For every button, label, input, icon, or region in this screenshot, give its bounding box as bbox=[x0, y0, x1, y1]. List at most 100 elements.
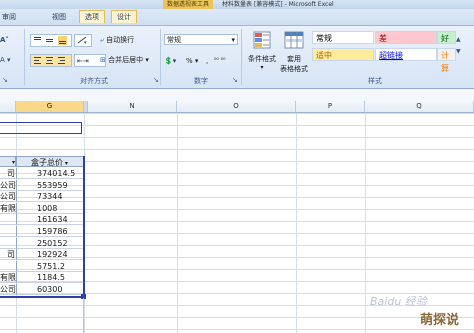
pivot-value-cell[interactable]: 1184.5 bbox=[16, 272, 84, 284]
pivot-tools-context-label: 数据透视表工具 bbox=[163, 0, 214, 9]
baidu-watermark: Baidu 经验 bbox=[370, 295, 427, 308]
gallery-scroll-icon[interactable]: ▲ ▼ bbox=[456, 34, 461, 55]
ribbon-tab-bar: 审阅 视图 选项 设计 bbox=[0, 9, 474, 26]
tab-options[interactable]: 选项 bbox=[79, 10, 105, 23]
format-as-table-label-2: 表格格式 bbox=[280, 65, 308, 73]
pivot-row-label[interactable]: 公司 bbox=[0, 180, 16, 191]
tab-view[interactable]: 视图 bbox=[52, 12, 66, 22]
pivot-row-label[interactable]: 公司 bbox=[0, 191, 16, 203]
chevron-down-icon: ▾ bbox=[145, 56, 149, 64]
conditional-format-button[interactable]: 条件格式 ▾ bbox=[245, 30, 279, 74]
svg-text:⇤⇥: ⇤⇥ bbox=[77, 57, 89, 65]
accounting-format-button[interactable]: 💲▾ bbox=[164, 55, 176, 67]
pivot-row-label[interactable] bbox=[0, 261, 16, 272]
merge-center-icon: ⊞ bbox=[100, 56, 106, 64]
ribbon: A˄ A ▾ ↘ ▾ ⇤⇥ ⤶ 自动换行 ⊞ 合并后居中 ▾ 对齐方式 ↘ 常规… bbox=[0, 26, 474, 89]
pivot-row-label[interactable]: 司 bbox=[0, 249, 16, 261]
format-as-table-button[interactable]: 套用 表格格式 bbox=[279, 30, 309, 80]
number-dialog-launcher-icon[interactable]: ↘ bbox=[232, 74, 238, 86]
grid-vline bbox=[83, 297, 84, 333]
alignment-dialog-launcher-icon[interactable]: ↘ bbox=[153, 74, 159, 86]
currency-icon: 💲 bbox=[164, 57, 173, 65]
number-format-dropdown[interactable]: 常规 ▾ bbox=[164, 34, 238, 45]
column-header-n[interactable]: N bbox=[88, 101, 177, 112]
number-format-value: 常规 bbox=[167, 36, 181, 44]
wrap-text-icon: ⤶ bbox=[100, 36, 104, 44]
selection-border bbox=[0, 295, 85, 298]
column-header-f[interactable] bbox=[0, 101, 16, 112]
pivot-row-label[interactable] bbox=[0, 238, 16, 249]
format-as-table-label-1: 套用 bbox=[287, 55, 301, 63]
font-color-icon[interactable]: A ▾ bbox=[0, 54, 11, 66]
value-field-header[interactable]: 盒子总价 ▾ bbox=[16, 156, 84, 167]
cell-style-0[interactable]: 常规 bbox=[312, 31, 374, 44]
pivot-value-cell[interactable]: 73344 bbox=[16, 191, 84, 203]
pivot-row-label[interactable]: 有限 bbox=[0, 203, 16, 214]
column-header-q[interactable]: Q bbox=[365, 101, 474, 112]
chevron-down-icon[interactable]: ▾ bbox=[63, 160, 68, 166]
cell-style-3[interactable]: 适中 bbox=[312, 48, 374, 61]
table-format-icon bbox=[284, 31, 304, 49]
separator bbox=[24, 29, 25, 85]
horizontal-align-buttons[interactable] bbox=[30, 54, 72, 67]
pivot-row-label[interactable] bbox=[0, 226, 16, 237]
pivot-row-label[interactable]: 公司 bbox=[0, 284, 16, 295]
conditional-format-label: 条件格式 bbox=[248, 55, 276, 63]
merge-center-label: 合并后居中 bbox=[108, 56, 144, 64]
chevron-down-icon: ▾ bbox=[260, 64, 264, 71]
comma-style-button[interactable]: , bbox=[206, 55, 208, 67]
title-bar: 数据透视表工具 材料数量表 [兼容模式] - Microsoft Excel bbox=[0, 0, 474, 9]
pivot-value-cell[interactable]: 192924 bbox=[16, 249, 84, 261]
separator bbox=[160, 29, 161, 85]
pivot-value-cell[interactable]: 374014.5 bbox=[16, 168, 84, 179]
pivot-value-cell[interactable]: 250152 bbox=[16, 237, 84, 249]
window-title: 材料数量表 [兼容模式] - Microsoft Excel bbox=[222, 1, 334, 8]
tab-design[interactable]: 设计 bbox=[111, 10, 137, 23]
orientation-button[interactable]: ▾ bbox=[74, 34, 92, 47]
merge-center-button[interactable]: ⊞ 合并后居中 ▾ bbox=[100, 54, 149, 66]
grid-vline bbox=[177, 113, 178, 333]
svg-text:▾: ▾ bbox=[84, 40, 87, 46]
number-group-label: 数字 bbox=[194, 77, 208, 85]
grid-hline bbox=[0, 137, 474, 138]
cell-style-1[interactable]: 差 bbox=[375, 31, 437, 44]
pivot-title-cell[interactable] bbox=[0, 122, 82, 134]
font-dialog-launcher-icon[interactable]: ↘ bbox=[2, 74, 8, 86]
column-header-p[interactable]: P bbox=[296, 101, 365, 112]
column-header-row: G N O P Q bbox=[0, 101, 474, 113]
wrap-text-label: 自动换行 bbox=[106, 36, 135, 44]
grid-hline bbox=[0, 149, 474, 150]
alignment-group-label: 对齐方式 bbox=[80, 77, 108, 85]
wrap-text-button[interactable]: ⤶ 自动换行 bbox=[100, 34, 134, 46]
styles-group-label: 样式 bbox=[368, 77, 382, 85]
pivot-value-cell[interactable]: 553959 bbox=[16, 179, 84, 191]
corner-watermark: 萌探说 bbox=[420, 313, 460, 328]
pivot-value-cell[interactable]: 60300 bbox=[16, 284, 84, 295]
pivot-row-label[interactable]: 司 bbox=[0, 168, 16, 179]
value-field-header-label: 盒子总价 bbox=[31, 158, 63, 167]
percent-button[interactable]: % ▾ bbox=[186, 55, 198, 67]
cell-style-4[interactable]: 超链接 bbox=[375, 48, 437, 61]
font-size-grow-icon[interactable]: A˄ bbox=[0, 34, 9, 46]
separator bbox=[241, 29, 242, 85]
grid-hline bbox=[0, 329, 474, 330]
chevron-down-icon: ▾ bbox=[231, 36, 235, 44]
pivot-row-label[interactable]: 有限 bbox=[0, 272, 16, 284]
grid-vline bbox=[365, 113, 366, 333]
grid-hline bbox=[0, 317, 474, 318]
cell-style-5[interactable]: 计算 bbox=[437, 48, 456, 73]
row-field-filter-button[interactable]: ▾ bbox=[0, 156, 16, 167]
column-header-o[interactable]: O bbox=[177, 101, 296, 112]
pivot-value-cell[interactable]: 1008 bbox=[16, 202, 84, 214]
grid-vline bbox=[296, 113, 297, 333]
tab-review[interactable]: 审阅 bbox=[2, 12, 16, 22]
pivot-row-label[interactable] bbox=[0, 214, 16, 226]
decimal-buttons[interactable]: ⁰⁰ ⁰⁰ bbox=[214, 55, 226, 67]
vertical-align-buttons[interactable] bbox=[30, 34, 72, 47]
cell-style-2[interactable]: 好 bbox=[437, 31, 456, 44]
column-header-g[interactable]: G bbox=[16, 101, 84, 112]
pivot-value-cell[interactable]: 161634 bbox=[16, 214, 84, 226]
pivot-value-cell[interactable]: 159786 bbox=[16, 226, 84, 237]
pivot-value-cell[interactable]: 5751.2 bbox=[16, 260, 84, 272]
grid-hline bbox=[0, 113, 474, 114]
